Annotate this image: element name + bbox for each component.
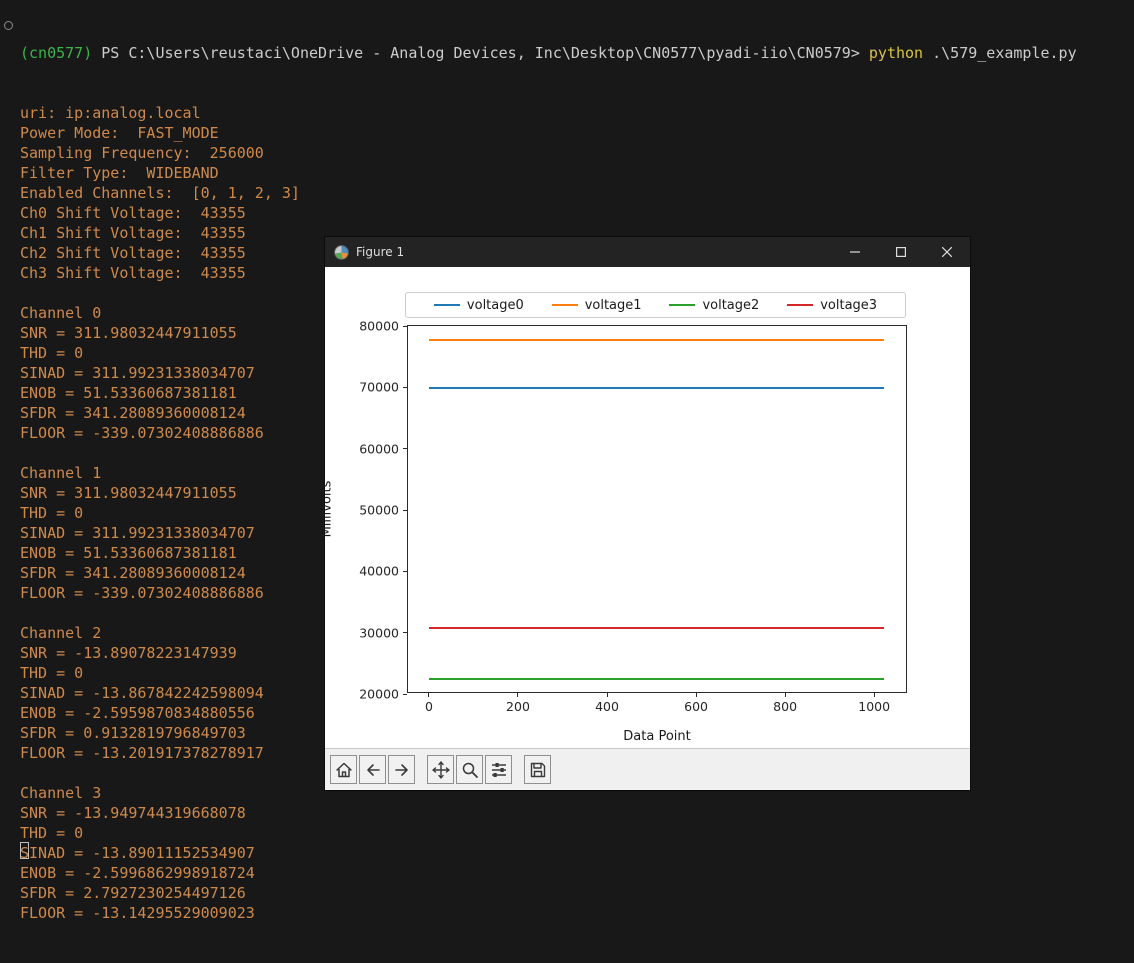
save-button[interactable] [524, 755, 551, 784]
x-tick-label: 600 [684, 699, 708, 714]
figure-canvas: voltage0 voltage1 voltage2 voltage3 20000 30… [320, 267, 970, 748]
command-marker-icon [4, 21, 13, 30]
legend-entry-voltage1: voltage1 [551, 297, 642, 313]
series-line-voltage0 [428, 386, 885, 389]
prompt-line: (cn0577) PS C:\Users\reustaci\OneDrive -… [20, 43, 1134, 63]
x-tick-mark [606, 693, 608, 697]
zoom-icon [462, 762, 478, 778]
x-tick-label: 800 [773, 699, 798, 714]
back-button[interactable] [359, 755, 386, 784]
x-tick-label: 400 [595, 699, 619, 714]
x-tick-mark [428, 693, 430, 697]
terminal-line: Ch0 Shift Voltage: 43355 [20, 204, 246, 222]
window-controls [832, 237, 970, 267]
series-line-voltage2 [428, 677, 885, 680]
x-axis-label: Data Point [623, 729, 691, 744]
legend-label: voltage0 [466, 297, 524, 313]
y-tick-mark [403, 632, 407, 634]
toolbar-separator [514, 769, 524, 770]
close-icon [942, 247, 952, 257]
legend-line-swatch [787, 304, 814, 306]
y-tick-label: 60000 [359, 441, 399, 457]
legend-label: voltage1 [584, 297, 642, 313]
save-icon [530, 762, 545, 777]
window-title: Figure 1 [356, 245, 405, 259]
x-tick-mark [517, 693, 519, 697]
y-tick-mark [403, 325, 407, 327]
terminal-line: Enabled Channels: [0, 1, 2, 3] [20, 184, 300, 202]
x-tick-label: 200 [506, 699, 530, 714]
legend-entry-voltage2: voltage2 [669, 298, 759, 313]
terminal-line: Sampling Frequency: 256000 [20, 144, 264, 162]
x-tick-mark [695, 693, 697, 697]
series-line-voltage1 [428, 339, 885, 342]
y-tick-label: 20000 [359, 686, 399, 702]
pan-icon [431, 760, 450, 779]
venv-prefix: (cn0577) [20, 44, 102, 62]
y-tick-mark [403, 448, 407, 450]
y-tick-label: 50000 [359, 502, 399, 518]
legend-entry-voltage3: voltage3 [787, 298, 877, 313]
matplotlib-logo-icon [334, 244, 349, 260]
x-tick-mark [873, 693, 875, 697]
y-tick-mark [403, 570, 407, 572]
y-tick-label: 40000 [359, 563, 399, 579]
minimize-icon [850, 251, 860, 253]
legend-line-swatch [433, 304, 460, 306]
terminal-line: ENOB = -2.5996862998918724 [20, 864, 255, 882]
legend-label: voltage3 [820, 297, 878, 313]
forward-icon [394, 763, 408, 776]
legend-label: voltage2 [702, 297, 760, 313]
zoom-button[interactable] [456, 755, 483, 784]
prompt-argument: .\579_example.py [923, 44, 1077, 62]
y-axis-label: Millivolts [319, 480, 335, 538]
plot-area[interactable]: 20000 30000 40000 50000 60000 70000 80000 0 200 4… [359, 319, 907, 714]
maximize-button[interactable] [878, 237, 924, 267]
chart-legend: voltage0 voltage1 voltage2 voltage3 [405, 292, 906, 318]
terminal-line: SFDR = 2.7927230254497126 [20, 884, 246, 902]
series-line-voltage3 [428, 627, 885, 630]
y-tick-label: 80000 [359, 318, 399, 334]
pan-button[interactable] [427, 755, 454, 784]
terminal-line: THD = 0 [20, 824, 84, 842]
legend-entry-voltage0: voltage0 [433, 297, 524, 313]
forward-button[interactable] [388, 755, 415, 784]
terminal-line: Filter Type: WIDEBAND [20, 164, 219, 182]
y-tick-mark [403, 693, 407, 695]
x-tick-mark [784, 693, 786, 697]
figure-window: Figure 1 voltage0 voltage1 voltage2 voltage… [320, 237, 970, 790]
terminal-cursor [20, 842, 29, 859]
y-tick-label: 30000 [359, 625, 399, 641]
y-tick-mark [403, 386, 407, 388]
minimize-button[interactable] [832, 237, 878, 267]
terminal-line: SNR = -13.949744319668078 [20, 804, 246, 822]
terminal-line: FLOOR = -13.14295529009023 [20, 904, 255, 922]
close-button[interactable] [924, 237, 970, 267]
home-button[interactable] [330, 755, 357, 784]
legend-line-swatch [551, 304, 578, 306]
terminal-line: Power Mode: FAST_MODE [20, 124, 219, 142]
prompt-command: python [868, 44, 924, 62]
legend-line-swatch [669, 304, 696, 306]
configure-subplots-button[interactable] [485, 755, 512, 784]
terminal-line: SINAD = -13.89011152534907 [20, 844, 255, 862]
y-tick-mark [403, 509, 407, 511]
figure-titlebar[interactable]: Figure 1 [325, 237, 970, 267]
maximize-icon [896, 247, 906, 257]
home-icon [335, 762, 352, 777]
terminal-line: uri: ip:analog.local [20, 104, 201, 122]
configure-subplots-icon [491, 762, 506, 777]
figure-toolbar [325, 748, 970, 790]
x-tick-label: 0 [424, 699, 433, 714]
prompt-path: PS C:\Users\reustaci\OneDrive - Analog D… [101, 44, 869, 62]
toolbar-separator [417, 769, 427, 770]
x-tick-label: 1000 [858, 699, 891, 714]
y-tick-label: 70000 [359, 379, 399, 395]
back-icon [366, 763, 380, 776]
